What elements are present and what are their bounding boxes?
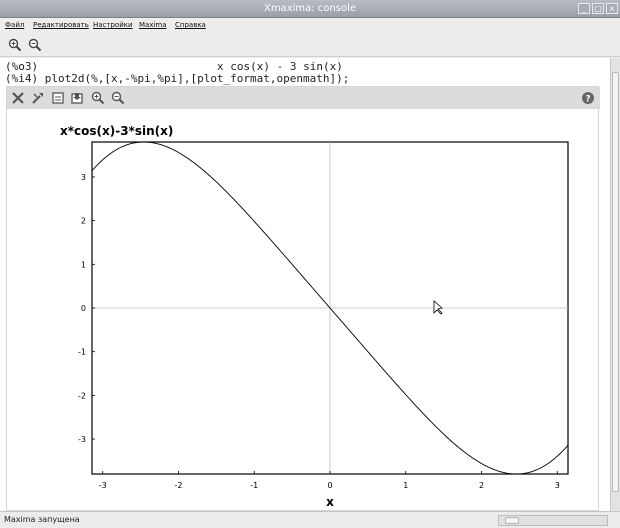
plot-zoom-out-icon[interactable] [111,91,125,105]
vertical-scrollbar[interactable] [610,58,620,511]
plot-zoom-in-icon[interactable] [91,91,105,105]
menu-settings[interactable]: Настройки [93,21,133,29]
svg-text:?: ? [585,95,590,105]
maximize-button[interactable]: □ [592,3,604,14]
replot-icon[interactable] [51,91,65,105]
y-tick-label: 1 [81,260,86,269]
input-command[interactable]: plot2d(%,[x,-%pi,%pi],[plot_format,openm… [45,72,350,85]
main-toolbar [0,33,620,57]
y-tick-label: 0 [81,304,86,313]
menu-maxima[interactable]: Maxima [139,21,167,29]
x-tick-label: 0 [327,481,332,490]
close-window-button[interactable]: × [606,3,618,14]
horizontal-scrollbar[interactable] [498,515,608,526]
config-icon[interactable] [31,91,45,105]
plot-toolbar: ? [7,87,600,109]
zoom-in-icon[interactable] [8,38,22,52]
input-label: (%i4) [5,72,39,85]
help-icon[interactable]: ? [581,91,595,105]
x-tick-label: 1 [403,481,408,490]
x-axis-label: x [326,495,334,509]
x-tick-label: -1 [250,481,258,490]
y-tick-label: -1 [78,348,86,357]
y-tick-label: 3 [81,173,86,182]
input-line[interactable]: (%i4) plot2d(%,[x,-%pi,%pi],[plot_format… [5,72,349,85]
x-tick-label: -2 [174,481,182,490]
y-tick-label: -2 [78,391,86,400]
horizontal-scroll-thumb[interactable] [505,517,519,524]
close-icon[interactable] [11,91,25,105]
y-tick-label: -3 [78,435,86,444]
save-icon[interactable] [70,91,84,105]
plot-canvas[interactable]: x*cos(x)-3*sin(x) -3 -2 -1 0 1 2 3 -3-2-10123 … [7,109,600,512]
x-tick-label: 3 [555,481,560,490]
x-tick-label: -3 [99,481,107,490]
chart-title: x*cos(x)-3*sin(x) [60,124,173,138]
y-tick-label: 2 [81,217,86,226]
menu-bar: Файл Редактировать Настройки Maxima Спра… [0,18,620,33]
vertical-scroll-thumb[interactable] [612,72,619,492]
menu-edit[interactable]: Редактировать [33,21,89,29]
window-title: Xmaxima: console [263,3,357,14]
menu-file[interactable]: Файл [5,21,24,29]
x-tick-label: 2 [479,481,484,490]
status-bar: Maxima запущена [0,511,620,528]
title-bar[interactable]: Xmaxima: console _ □ × [0,0,620,18]
status-text: Maxima запущена [4,515,80,524]
zoom-out-icon[interactable] [28,38,42,52]
minimize-button[interactable]: _ [578,3,590,14]
menu-help[interactable]: Справка [175,21,206,29]
plot-window: ? x*cos(x)-3*sin(x) -3 -2 -1 0 1 2 3 -3 -2 -1 0 1 2… [6,86,600,512]
